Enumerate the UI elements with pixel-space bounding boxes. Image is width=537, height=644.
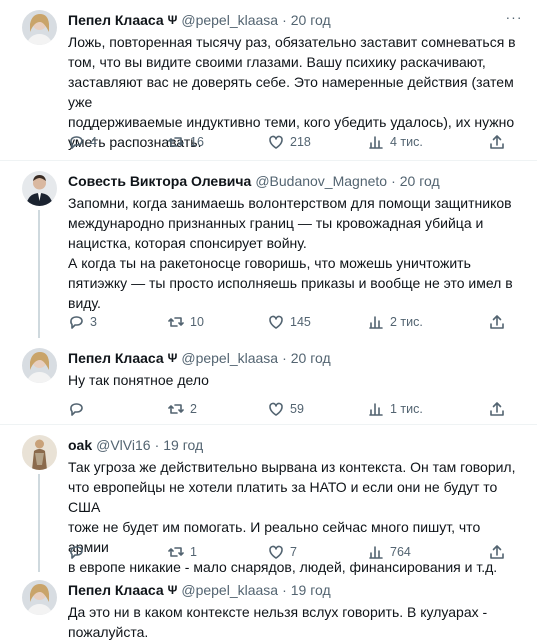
author-name[interactable]: Пепел Клааса — [68, 350, 164, 366]
avatar[interactable] — [22, 348, 57, 383]
heart-icon — [269, 135, 283, 149]
retweet-icon — [168, 404, 184, 414]
ukraine-trident-badge-icon: Ψ — [167, 350, 178, 365]
author-handle[interactable]: @pepel_klaasa — [181, 12, 278, 28]
author-handle[interactable]: @VlVi16 — [96, 437, 150, 453]
tweet[interactable]: Пепел Клааса Ψ @pepel_klaasa · 20 год Ну… — [0, 338, 537, 424]
retweet-button[interactable]: 1 — [168, 542, 197, 562]
timestamp[interactable]: 19 год — [163, 437, 203, 453]
share-button[interactable] — [489, 399, 505, 419]
like-count: 218 — [290, 135, 311, 149]
retweet-icon — [168, 137, 184, 147]
timestamp[interactable]: 20 год — [400, 173, 440, 189]
author-name[interactable]: Пепел Клааса — [68, 582, 164, 598]
views-button[interactable]: 764 — [368, 542, 411, 562]
reply-button[interactable] — [68, 542, 90, 562]
author-name[interactable]: Пепел Клааса — [68, 12, 164, 28]
retweet-icon — [168, 317, 184, 327]
tweet[interactable]: Совесть Виктора Олевича @Budanov_Magneto… — [0, 161, 537, 338]
author-handle[interactable]: @Budanov_Magneto — [255, 173, 387, 189]
timestamp[interactable]: 19 год — [291, 582, 331, 598]
separator-dot: · — [282, 581, 287, 598]
more-icon[interactable]: ··· — [505, 10, 523, 29]
timestamp[interactable]: 20 год — [291, 350, 331, 366]
tweet[interactable]: Пепел Клааса Ψ @pepel_klaasa · 20 год ··… — [0, 0, 537, 160]
tweet-text: Ну так понятное дело — [68, 372, 209, 388]
separator-dot: · — [282, 11, 287, 28]
ukraine-trident-badge-icon: Ψ — [167, 12, 178, 27]
views-icon — [369, 403, 383, 416]
heart-icon — [269, 545, 283, 559]
share-icon — [490, 402, 504, 416]
share-icon — [490, 135, 504, 149]
like-count: 7 — [290, 545, 297, 559]
reply-icon — [70, 546, 83, 559]
views-button[interactable]: 4 тис. — [368, 132, 423, 152]
tweet[interactable]: Пепел Клааса Ψ @pepel_klaasa · 19 год Да… — [0, 572, 537, 644]
avatar[interactable] — [22, 580, 57, 615]
views-count: 2 тис. — [390, 315, 423, 329]
share-icon — [490, 545, 504, 559]
views-icon — [369, 316, 383, 329]
like-button[interactable]: 218 — [268, 132, 311, 152]
thread-line — [38, 474, 40, 572]
share-button[interactable] — [489, 542, 505, 562]
reply-button[interactable] — [68, 399, 90, 419]
heart-icon — [269, 402, 283, 416]
author-name[interactable]: oak — [68, 437, 92, 453]
separator-dot: · — [154, 436, 160, 453]
views-count: 764 — [390, 545, 411, 559]
heart-icon — [269, 315, 283, 329]
views-count: 4 тис. — [390, 135, 423, 149]
like-count: 145 — [290, 315, 311, 329]
retweet-count: 10 — [190, 315, 204, 329]
reply-icon — [70, 316, 83, 329]
like-button[interactable]: 7 — [268, 542, 297, 562]
reply-count: 4 — [90, 135, 97, 149]
tweet-text: Запомни, когда занимаешь волонтерством д… — [68, 195, 513, 311]
views-count: 1 тис. — [390, 402, 423, 416]
timestamp[interactable]: 20 год — [291, 12, 331, 28]
author-handle[interactable]: @pepel_klaasa — [181, 582, 278, 598]
author-handle[interactable]: @pepel_klaasa — [181, 350, 278, 366]
avatar[interactable] — [22, 171, 57, 206]
share-button[interactable] — [489, 312, 505, 332]
share-button[interactable] — [489, 132, 505, 152]
retweet-button[interactable]: 10 — [168, 312, 204, 332]
retweet-count: 1 — [190, 545, 197, 559]
views-icon — [369, 546, 383, 559]
separator-dot: · — [391, 172, 396, 189]
like-button[interactable]: 145 — [268, 312, 311, 332]
views-icon — [369, 136, 383, 149]
separator-dot: · — [282, 349, 287, 366]
like-button[interactable]: 59 — [268, 399, 304, 419]
views-button[interactable]: 1 тис. — [368, 399, 423, 419]
retweet-button[interactable]: 16 — [168, 132, 204, 152]
share-icon — [490, 315, 504, 329]
retweet-count: 16 — [190, 135, 204, 149]
thread-line — [38, 210, 40, 338]
reply-icon — [70, 136, 83, 149]
author-name[interactable]: Совесть Виктора Олевича — [68, 173, 251, 189]
reply-button[interactable]: 4 — [68, 132, 97, 152]
reply-button[interactable]: 3 — [68, 312, 97, 332]
tweet-text: Да это ни в каком контексте нельзя вслух… — [68, 604, 488, 640]
tweet[interactable]: oak @VlVi16 · 19 год Так угроза же дейст… — [0, 425, 537, 575]
reply-count: 3 — [90, 315, 97, 329]
retweet-button[interactable]: 2 — [168, 399, 197, 419]
reply-icon — [70, 403, 83, 416]
retweet-count: 2 — [190, 402, 197, 416]
avatar[interactable] — [22, 435, 57, 470]
like-count: 59 — [290, 402, 304, 416]
retweet-icon — [168, 547, 184, 557]
ukraine-trident-badge-icon: Ψ — [167, 582, 178, 597]
views-button[interactable]: 2 тис. — [368, 312, 423, 332]
avatar[interactable] — [22, 10, 57, 45]
